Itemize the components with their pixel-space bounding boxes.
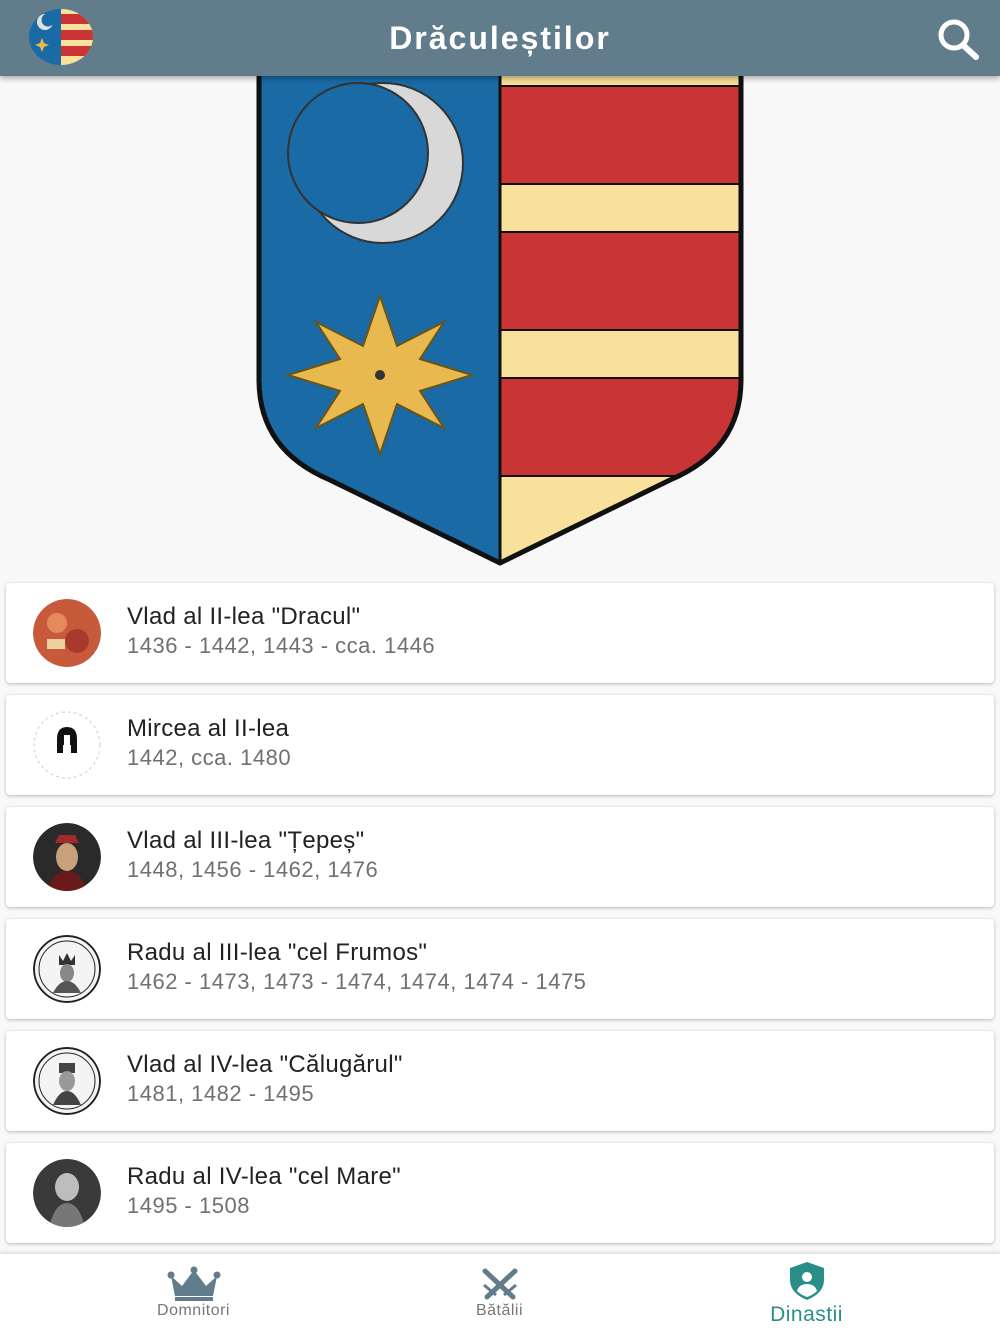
ruler-list: Vlad al II-lea "Dracul" 1436 - 1442, 144… xyxy=(6,583,994,1255)
ruler-name: Mircea al II-lea xyxy=(127,715,290,742)
avatar xyxy=(33,1047,101,1115)
ruler-name: Vlad al IV-lea "Călugărul" xyxy=(127,1051,403,1078)
list-item[interactable]: Vlad al IV-lea "Călugărul" 1481, 1482 - … xyxy=(6,1031,994,1131)
ruler-name: Vlad al III-lea "Țepeș" xyxy=(127,827,365,854)
ruler-name: Radu al III-lea "cel Frumos" xyxy=(127,939,428,966)
ruler-name: Vlad al II-lea "Dracul" xyxy=(127,603,361,630)
list-item[interactable]: Radu al IV-lea "cel Mare" 1495 - 1508 xyxy=(6,1143,994,1243)
nav-item-domnitori[interactable]: Domnitori xyxy=(27,1254,360,1334)
avatar xyxy=(33,935,101,1003)
reign-years: 1436 - 1442, 1443 - cca. 1446 xyxy=(127,633,436,658)
crown-icon xyxy=(167,1266,220,1301)
bottom-navigation: Domnitori Bătălii Dinastii xyxy=(0,1254,1000,1334)
shield-person-icon xyxy=(789,1262,824,1300)
avatar xyxy=(33,1159,101,1227)
list-item[interactable]: Mircea al II-lea 1442, cca. 1480 xyxy=(6,695,994,795)
list-item[interactable]: Radu al III-lea "cel Frumos" 1462 - 1473… xyxy=(6,919,994,1019)
app-bar: Drăculeștilor xyxy=(0,0,1000,76)
avatar xyxy=(33,823,101,891)
nav-label: Domnitori xyxy=(157,1302,230,1319)
reign-years: 1448, 1456 - 1462, 1476 xyxy=(127,857,379,882)
avatar xyxy=(33,599,101,667)
ruler-name: Radu al IV-lea "cel Mare" xyxy=(127,1163,401,1190)
page-title: Drăculeștilor xyxy=(389,20,611,56)
search-icon[interactable] xyxy=(934,16,982,62)
avatar xyxy=(33,711,101,779)
list-item[interactable]: Vlad al III-lea "Țepeș" 1448, 1456 - 146… xyxy=(6,807,994,907)
reign-years: 1495 - 1508 xyxy=(127,1193,250,1218)
nav-item-batalii[interactable]: Bătălii xyxy=(333,1254,666,1334)
list-item[interactable]: Vlad al II-lea "Dracul" 1436 - 1442, 144… xyxy=(6,583,994,683)
reign-years: 1481, 1482 - 1495 xyxy=(127,1081,315,1106)
nav-label: Bătălii xyxy=(475,1302,524,1319)
coat-of-arms-image xyxy=(256,70,744,566)
reign-years: 1462 - 1473, 1473 - 1474, 1474, 1474 - 1… xyxy=(127,969,587,994)
helmet-icon xyxy=(57,727,77,753)
reign-years: 1442, cca. 1480 xyxy=(127,745,292,770)
nav-label: Dinastii xyxy=(770,1303,843,1326)
nav-item-dinastii[interactable]: Dinastii xyxy=(640,1254,973,1334)
crossed-swords-icon xyxy=(482,1268,517,1300)
